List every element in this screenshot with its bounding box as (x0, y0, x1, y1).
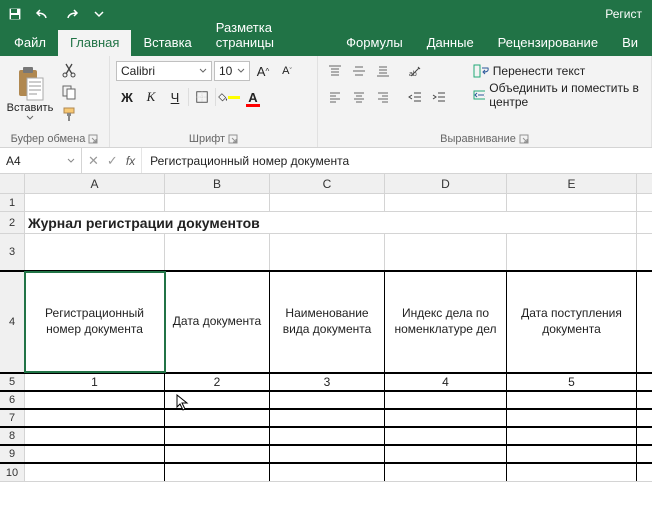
tab-view[interactable]: Ви (610, 30, 650, 56)
redo-button[interactable] (60, 3, 82, 25)
merge-center-label: Объединить и поместить в центре (489, 81, 639, 109)
formula-input[interactable]: Регистрационный номер документа (142, 148, 652, 173)
chevron-down-icon (199, 67, 207, 75)
chevron-down-icon (67, 157, 75, 165)
dialog-launcher-icon[interactable] (519, 134, 529, 144)
col-header[interactable]: E (507, 174, 637, 193)
tab-insert[interactable]: Вставка (131, 30, 203, 56)
name-box-value: A4 (6, 154, 21, 168)
wrap-text-button[interactable]: Перенести текст (467, 60, 645, 82)
fx-icon[interactable]: fx (126, 154, 135, 168)
quick-access-toolbar (4, 3, 110, 25)
ribbon-tabs: Файл Главная Вставка Разметка страницы Ф… (0, 28, 652, 56)
bold-button[interactable]: Ж (116, 86, 138, 108)
group-font: Calibri 10 A^ Aˇ Ж К Ч (110, 56, 318, 147)
row-header[interactable]: 3 (0, 234, 25, 270)
paste-label: Вставить (7, 102, 54, 114)
row-header[interactable]: 1 (0, 194, 25, 211)
cell[interactable]: 4 (385, 374, 507, 390)
align-middle-button[interactable] (348, 60, 370, 82)
italic-button[interactable]: К (140, 86, 162, 108)
window-title: Регист (110, 7, 648, 21)
font-color-button[interactable]: A (242, 86, 264, 108)
font-name-value: Calibri (121, 64, 155, 78)
chevron-down-icon (237, 67, 245, 75)
tab-page-layout[interactable]: Разметка страницы (204, 15, 334, 56)
row-header[interactable]: 9 (0, 446, 25, 462)
align-left-button[interactable] (324, 86, 346, 108)
cell-title[interactable]: Журнал регистрации документов (25, 212, 637, 233)
ribbon: Вставить Буфер обмена (0, 56, 652, 148)
save-button[interactable] (4, 3, 26, 25)
row-header[interactable]: 4 (0, 272, 25, 372)
qat-customize-icon[interactable] (88, 3, 110, 25)
tab-review[interactable]: Рецензирование (486, 30, 610, 56)
row-header[interactable]: 10 (0, 464, 25, 481)
align-top-button[interactable] (324, 60, 346, 82)
cell[interactable]: Дата поступления документа (507, 272, 637, 372)
wrap-text-label: Перенести текст (493, 64, 585, 78)
tab-data[interactable]: Данные (415, 30, 486, 56)
col-header[interactable]: A (25, 174, 165, 193)
align-center-button[interactable] (348, 86, 370, 108)
font-name-combo[interactable]: Calibri (116, 61, 212, 81)
paste-button[interactable]: Вставить (6, 60, 54, 122)
name-box[interactable]: A4 (0, 148, 82, 173)
cell[interactable]: 5 (507, 374, 637, 390)
tab-formulas[interactable]: Формулы (334, 30, 415, 56)
group-clipboard: Вставить Буфер обмена (0, 56, 110, 147)
col-header[interactable]: D (385, 174, 507, 193)
cell[interactable]: Наименование вида документа (270, 272, 385, 372)
select-all-button[interactable] (0, 174, 25, 193)
align-right-button[interactable] (372, 86, 394, 108)
cut-button[interactable] (58, 60, 80, 80)
enter-icon[interactable]: ✓ (107, 153, 118, 169)
font-size-combo[interactable]: 10 (214, 61, 250, 81)
decrease-indent-button[interactable] (404, 86, 426, 108)
row-header[interactable]: 2 (0, 212, 25, 233)
cell[interactable]: Регистрационный номер документа (25, 272, 165, 372)
row-header[interactable]: 5 (0, 374, 25, 390)
cell[interactable]: 2 (165, 374, 270, 390)
cell[interactable]: Дата документа (165, 272, 270, 372)
cell[interactable]: 1 (25, 374, 165, 390)
cancel-icon[interactable]: ✕ (88, 153, 99, 169)
col-header[interactable]: B (165, 174, 270, 193)
formula-bar: A4 ✕ ✓ fx Регистрационный номер документ… (0, 148, 652, 174)
dialog-launcher-icon[interactable] (228, 134, 238, 144)
dialog-launcher-icon[interactable] (88, 134, 98, 144)
format-painter-button[interactable] (58, 104, 80, 124)
tab-file[interactable]: Файл (2, 30, 58, 56)
group-alignment: ab Перенести текст (318, 56, 652, 147)
merge-center-button[interactable]: Объединить и поместить в центре (467, 84, 645, 106)
increase-indent-button[interactable] (428, 86, 450, 108)
copy-button[interactable] (58, 82, 80, 102)
decrease-font-button[interactable]: Aˇ (276, 60, 298, 82)
col-header[interactable]: C (270, 174, 385, 193)
borders-button[interactable] (191, 86, 213, 108)
cell[interactable]: Индекс дела по номенклатуре дел (385, 272, 507, 372)
svg-text:ab: ab (409, 71, 417, 78)
font-size-value: 10 (219, 64, 232, 78)
fill-color-button[interactable] (218, 86, 240, 108)
undo-button[interactable] (32, 3, 54, 25)
row-header[interactable]: 6 (0, 392, 25, 408)
align-bottom-button[interactable] (372, 60, 394, 82)
chevron-down-icon (26, 114, 34, 122)
group-font-label: Шрифт (189, 133, 225, 145)
orientation-button[interactable]: ab (404, 60, 426, 82)
tab-home[interactable]: Главная (58, 30, 131, 56)
increase-font-button[interactable]: A^ (252, 60, 274, 82)
group-alignment-label: Выравнивание (440, 133, 516, 145)
cell[interactable]: 3 (270, 374, 385, 390)
worksheet[interactable]: A B C D E 1 2 Журнал регистрации докумен… (0, 174, 652, 482)
formula-value: Регистрационный номер документа (150, 154, 349, 168)
row-header[interactable]: 7 (0, 410, 25, 426)
group-clipboard-label: Буфер обмена (11, 133, 86, 145)
underline-button[interactable]: Ч (164, 86, 186, 108)
row-header[interactable]: 8 (0, 428, 25, 444)
